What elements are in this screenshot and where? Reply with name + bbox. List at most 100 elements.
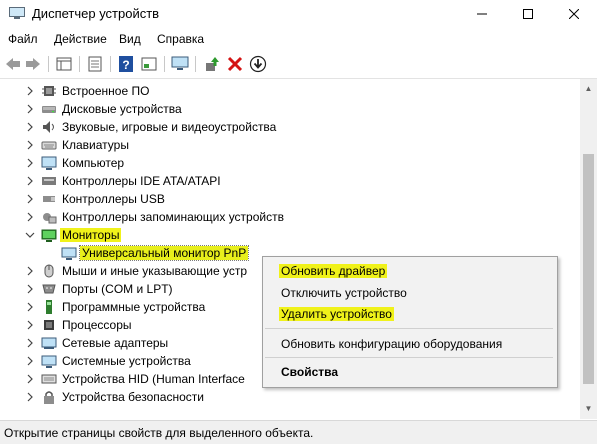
- menu-separator: [265, 328, 553, 329]
- tree-item-label: Устройства HID (Human Interface: [62, 372, 245, 386]
- maximize-icon: [523, 9, 533, 19]
- highlight: Универсальный монитор PnP: [78, 245, 250, 261]
- chevron-right-icon[interactable]: [25, 301, 35, 313]
- mouse-icon: [44, 264, 54, 278]
- chevron-right-icon[interactable]: [25, 337, 35, 349]
- tree-item-security-devices[interactable]: Устройства безопасности: [0, 388, 580, 406]
- tree-item-storage-controllers[interactable]: Контроллеры запоминающих устройств: [0, 208, 580, 226]
- action-panel-icon[interactable]: [140, 55, 158, 73]
- remove-device-icon[interactable]: [226, 55, 244, 73]
- computer-icon: [41, 156, 57, 170]
- highlight: Удалить устройство: [279, 307, 394, 321]
- keyboard-icon: [41, 141, 57, 150]
- menu-item-scan-hardware[interactable]: Обновить конфигурацию оборудования: [281, 337, 502, 351]
- device-list-icon[interactable]: [86, 55, 104, 73]
- help-icon[interactable]: ?: [117, 55, 135, 73]
- tree-item-label: Процессоры: [62, 318, 132, 332]
- minimize-button[interactable]: [459, 0, 505, 28]
- tree-item-label: Клавиатуры: [62, 138, 129, 152]
- title-bar: Диспетчер устройств: [0, 0, 597, 28]
- scroll-up-icon[interactable]: ▲: [583, 83, 594, 95]
- menu-item-uninstall-device[interactable]: Удалить устройство: [279, 307, 394, 321]
- menu-separator: [265, 357, 553, 358]
- menu-bar: Файл Действие Вид Справка: [0, 28, 597, 50]
- tree-item-label: Дисковые устройства: [62, 102, 182, 116]
- chevron-right-icon[interactable]: [25, 283, 35, 295]
- close-icon: [568, 8, 580, 20]
- chevron-right-icon[interactable]: [25, 193, 35, 205]
- update-driver-icon[interactable]: [203, 55, 221, 73]
- status-text: Открытие страницы свойств для выделенног…: [4, 426, 314, 440]
- security-device-icon: [44, 391, 54, 404]
- menu-file[interactable]: Файл: [8, 32, 38, 46]
- menu-view[interactable]: Вид: [119, 32, 141, 46]
- download-icon[interactable]: [249, 55, 267, 73]
- hid-icon: [41, 374, 57, 384]
- maximize-button[interactable]: [505, 0, 551, 28]
- tree-item-label: Компьютер: [62, 156, 125, 170]
- tree-item-label: Контроллеры USB: [62, 192, 165, 206]
- scroll-down-icon[interactable]: ▼: [583, 403, 594, 415]
- tree-item-sound-devices[interactable]: Звуковые, игровые и видеоустройства: [0, 118, 580, 136]
- menu-item-properties[interactable]: Свойства: [281, 365, 338, 379]
- svg-text:?: ?: [122, 58, 129, 72]
- tree-item-usb-controllers[interactable]: Контроллеры USB: [0, 190, 580, 208]
- tree-item-label: Системные устройства: [62, 354, 191, 368]
- chevron-right-icon[interactable]: [25, 211, 35, 223]
- tree-item-label: Контроллеры запоминающих устройств: [62, 210, 284, 224]
- chevron-right-icon[interactable]: [25, 121, 35, 133]
- tree-item-label: Универсальный монитор PnP: [78, 245, 250, 261]
- menu-item-disable-device[interactable]: Отключить устройство: [281, 286, 407, 300]
- toolbar: ?: [0, 50, 597, 79]
- tree-item-label: Порты (COM и LPT): [62, 282, 173, 296]
- tree-item-computer[interactable]: Компьютер: [0, 154, 580, 172]
- chevron-right-icon[interactable]: [25, 319, 35, 331]
- tree-item-monitors[interactable]: Мониторы: [0, 226, 580, 244]
- toolbar-separator: [110, 56, 111, 72]
- ide-controller-icon: [42, 177, 56, 185]
- chevron-right-icon[interactable]: [25, 157, 35, 169]
- chevron-down-icon[interactable]: [25, 229, 35, 241]
- network-adapter-icon: [41, 337, 57, 349]
- software-device-icon: [46, 300, 52, 314]
- vertical-scrollbar[interactable]: ▲ ▼: [580, 79, 597, 419]
- monitor-icon: [41, 229, 57, 242]
- chevron-right-icon[interactable]: [25, 85, 35, 97]
- device-manager-icon: [9, 7, 25, 19]
- toolbar-separator: [79, 56, 80, 72]
- menu-item-update-driver[interactable]: Обновить драйвер: [279, 264, 388, 278]
- toolbar-separator: [195, 56, 196, 72]
- tree-item-disk-drives[interactable]: Дисковые устройства: [0, 100, 580, 118]
- usb-icon: [43, 196, 55, 202]
- properties-grid-icon[interactable]: [55, 55, 73, 73]
- processor-icon: [44, 320, 54, 330]
- close-button[interactable]: [551, 0, 597, 28]
- tree-item-label: Сетевые адаптеры: [62, 336, 169, 350]
- chevron-right-icon[interactable]: [25, 373, 35, 385]
- highlight: Мониторы: [60, 228, 122, 242]
- chevron-right-icon[interactable]: [25, 265, 35, 277]
- menu-action[interactable]: Действие: [54, 32, 107, 46]
- chevron-right-icon[interactable]: [25, 175, 35, 187]
- tree-item-ide-controllers[interactable]: Контроллеры IDE ATA/ATAPI: [0, 172, 580, 190]
- back-arrow-icon[interactable]: [4, 55, 22, 73]
- tree-item-label: Программные устройства: [62, 300, 206, 314]
- toolbar-separator: [48, 56, 49, 72]
- tree-item-label: Звуковые, игровые и видеоустройства: [62, 120, 277, 134]
- monitor-scan-icon[interactable]: [171, 55, 189, 73]
- tree-item-keyboards[interactable]: Клавиатуры: [0, 136, 580, 154]
- menu-help[interactable]: Справка: [157, 32, 204, 46]
- chevron-right-icon[interactable]: [25, 391, 35, 403]
- status-bar: Открытие страницы свойств для выделенног…: [0, 420, 597, 444]
- chevron-right-icon[interactable]: [25, 103, 35, 115]
- chevron-right-icon[interactable]: [25, 355, 35, 367]
- forward-arrow-icon[interactable]: [24, 55, 42, 73]
- chevron-right-icon[interactable]: [25, 139, 35, 151]
- tree-item-label: Мыши и иные указывающие устр: [62, 264, 247, 278]
- toolbar-separator: [164, 56, 165, 72]
- tree-item-label: Встроенное ПО: [62, 84, 150, 98]
- tree-item-label: Контроллеры IDE ATA/ATAPI: [62, 174, 221, 188]
- tree-item-firmware[interactable]: Встроенное ПО: [0, 82, 580, 100]
- context-menu: Обновить драйвер Отключить устройство Уд…: [262, 256, 558, 388]
- scroll-thumb[interactable]: [583, 154, 594, 384]
